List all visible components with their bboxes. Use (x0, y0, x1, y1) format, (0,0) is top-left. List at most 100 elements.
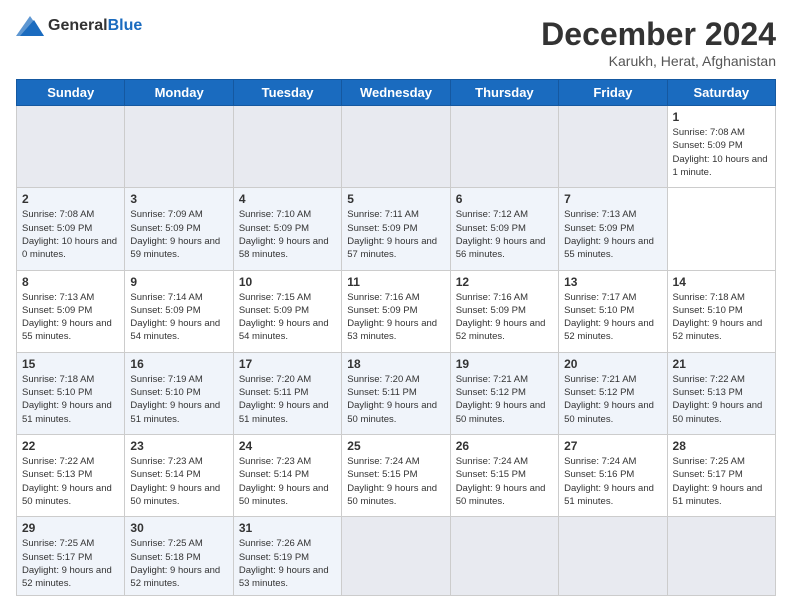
table-row: 23 Sunrise: 7:23 AMSunset: 5:14 PMDayligh… (125, 435, 233, 517)
cell-text: Sunrise: 7:09 AMSunset: 5:09 PMDaylight:… (130, 209, 220, 260)
cell-text: Sunrise: 7:16 AMSunset: 5:09 PMDaylight:… (347, 292, 437, 343)
table-row: 6 Sunrise: 7:12 AMSunset: 5:09 PMDaylight… (450, 188, 558, 270)
empty-cell (125, 106, 233, 188)
table-row: 17Sunrise: 7:20 AMSunset: 5:11 PMDayligh… (233, 352, 341, 434)
empty-cell (450, 106, 558, 188)
day-number: 23 (130, 439, 227, 453)
table-row: 24 Sunrise: 7:23 AMSunset: 5:14 PMDayligh… (233, 435, 341, 517)
day-number: 24 (239, 439, 336, 453)
page: GeneralBlue December 2024 Karukh, Herat,… (0, 0, 792, 612)
day-number: 3 (130, 192, 227, 206)
calendar-week-5: 22 Sunrise: 7:22 AMSunset: 5:13 PMDayligh… (17, 435, 776, 517)
cell-text: Sunrise: 7:21 AMSunset: 5:12 PMDaylight:… (564, 374, 654, 425)
day-number: 2 (22, 192, 119, 206)
calendar-header: Sunday Monday Tuesday Wednesday Thursday… (17, 80, 776, 106)
cell-text: Sunrise: 7:08 AMSunset: 5:09 PMDaylight:… (673, 127, 768, 178)
table-row: 25Sunrise: 7:24 AMSunset: 5:15 PMDayligh… (342, 435, 450, 517)
cell-text: Sunrise: 7:14 AMSunset: 5:09 PMDaylight:… (130, 292, 220, 343)
table-row: 3 Sunrise: 7:09 AMSunset: 5:09 PMDaylight… (125, 188, 233, 270)
empty-cell (667, 517, 775, 596)
day-number: 28 (673, 439, 770, 453)
day-number: 10 (239, 275, 336, 289)
day-number: 7 (564, 192, 661, 206)
cell-text: Sunrise: 7:12 AMSunset: 5:09 PMDaylight:… (456, 209, 546, 260)
empty-cell (342, 517, 450, 596)
col-saturday: Saturday (667, 80, 775, 106)
day-number: 26 (456, 439, 553, 453)
table-row: 31 Sunrise: 7:26 AMSunset: 5:19 PMDayligh… (233, 517, 341, 596)
table-row: 26 Sunrise: 7:24 AMSunset: 5:15 PMDayligh… (450, 435, 558, 517)
cell-text: Sunrise: 7:08 AMSunset: 5:09 PMDaylight:… (22, 209, 117, 260)
cell-text: Sunrise: 7:24 AMSunset: 5:15 PMDaylight:… (347, 456, 437, 507)
empty-cell (559, 517, 667, 596)
cell-text: Sunrise: 7:25 AMSunset: 5:18 PMDaylight:… (130, 538, 220, 589)
cell-text: Sunrise: 7:24 AMSunset: 5:15 PMDaylight:… (456, 456, 546, 507)
cell-text: Sunrise: 7:23 AMSunset: 5:14 PMDaylight:… (130, 456, 220, 507)
table-row: 15Sunrise: 7:18 AMSunset: 5:10 PMDayligh… (17, 352, 125, 434)
header-row: Sunday Monday Tuesday Wednesday Thursday… (17, 80, 776, 106)
table-row: 28 Sunrise: 7:25 AMSunset: 5:17 PMDayligh… (667, 435, 775, 517)
cell-text: Sunrise: 7:15 AMSunset: 5:09 PMDaylight:… (239, 292, 329, 343)
empty-cell (233, 106, 341, 188)
day-number: 14 (673, 275, 770, 289)
table-row: 30Sunrise: 7:25 AMSunset: 5:18 PMDayligh… (125, 517, 233, 596)
table-row: 22 Sunrise: 7:22 AMSunset: 5:13 PMDayligh… (17, 435, 125, 517)
table-row: 16Sunrise: 7:19 AMSunset: 5:10 PMDayligh… (125, 352, 233, 434)
cell-text: Sunrise: 7:20 AMSunset: 5:11 PMDaylight:… (347, 374, 437, 425)
cell-text: Sunrise: 7:20 AMSunset: 5:11 PMDaylight:… (239, 374, 329, 425)
empty-cell (342, 106, 450, 188)
cell-text: Sunrise: 7:16 AMSunset: 5:09 PMDaylight:… (456, 292, 546, 343)
cell-text: Sunrise: 7:22 AMSunset: 5:13 PMDaylight:… (673, 374, 763, 425)
day-number: 6 (456, 192, 553, 206)
table-row: 9Sunrise: 7:14 AMSunset: 5:09 PMDaylight… (125, 270, 233, 352)
calendar-week-1: 1 Sunrise: 7:08 AMSunset: 5:09 PMDaylight… (17, 106, 776, 188)
cell-text: Sunrise: 7:24 AMSunset: 5:16 PMDaylight:… (564, 456, 654, 507)
table-row: 11 Sunrise: 7:16 AMSunset: 5:09 PMDayligh… (342, 270, 450, 352)
logo-icon (16, 16, 44, 36)
day-number: 22 (22, 439, 119, 453)
table-row: 19 Sunrise: 7:21 AMSunset: 5:12 PMDayligh… (450, 352, 558, 434)
table-row: 27 Sunrise: 7:24 AMSunset: 5:16 PMDayligh… (559, 435, 667, 517)
location: Karukh, Herat, Afghanistan (541, 53, 776, 69)
col-friday: Friday (559, 80, 667, 106)
table-row: 29Sunrise: 7:25 AMSunset: 5:17 PMDayligh… (17, 517, 125, 596)
day-number: 20 (564, 357, 661, 371)
day-number: 12 (456, 275, 553, 289)
day-number: 31 (239, 521, 336, 535)
cell-text: Sunrise: 7:26 AMSunset: 5:19 PMDaylight:… (239, 538, 329, 589)
cell-text: Sunrise: 7:25 AMSunset: 5:17 PMDaylight:… (673, 456, 763, 507)
col-tuesday: Tuesday (233, 80, 341, 106)
empty-cell (559, 106, 667, 188)
calendar-body: 1 Sunrise: 7:08 AMSunset: 5:09 PMDaylight… (17, 106, 776, 596)
col-monday: Monday (125, 80, 233, 106)
logo-blue: Blue (108, 17, 143, 34)
empty-cell (17, 106, 125, 188)
cell-text: Sunrise: 7:21 AMSunset: 5:12 PMDaylight:… (456, 374, 546, 425)
cell-text: Sunrise: 7:19 AMSunset: 5:10 PMDaylight:… (130, 374, 220, 425)
cell-text: Sunrise: 7:11 AMSunset: 5:09 PMDaylight:… (347, 209, 437, 260)
table-row: 12 Sunrise: 7:16 AMSunset: 5:09 PMDayligh… (450, 270, 558, 352)
cell-text: Sunrise: 7:22 AMSunset: 5:13 PMDaylight:… (22, 456, 112, 507)
day-number: 27 (564, 439, 661, 453)
calendar-week-3: 8Sunrise: 7:13 AMSunset: 5:09 PMDaylight… (17, 270, 776, 352)
day-number: 8 (22, 275, 119, 289)
cell-text: Sunrise: 7:25 AMSunset: 5:17 PMDaylight:… (22, 538, 112, 589)
table-row: 21Sunrise: 7:22 AMSunset: 5:13 PMDayligh… (667, 352, 775, 434)
col-sunday: Sunday (17, 80, 125, 106)
table-row: 10 Sunrise: 7:15 AMSunset: 5:09 PMDayligh… (233, 270, 341, 352)
cell-text: Sunrise: 7:23 AMSunset: 5:14 PMDaylight:… (239, 456, 329, 507)
day-number: 1 (673, 110, 770, 124)
day-number: 11 (347, 275, 444, 289)
calendar-table: Sunday Monday Tuesday Wednesday Thursday… (16, 79, 776, 596)
cell-text: Sunrise: 7:18 AMSunset: 5:10 PMDaylight:… (673, 292, 763, 343)
day-number: 19 (456, 357, 553, 371)
table-row: 8Sunrise: 7:13 AMSunset: 5:09 PMDaylight… (17, 270, 125, 352)
table-row: 4Sunrise: 7:10 AMSunset: 5:09 PMDaylight… (233, 188, 341, 270)
calendar-week-6: 29Sunrise: 7:25 AMSunset: 5:17 PMDayligh… (17, 517, 776, 596)
table-row: 14 Sunrise: 7:18 AMSunset: 5:10 PMDayligh… (667, 270, 775, 352)
day-number: 4 (239, 192, 336, 206)
month-title: December 2024 (541, 16, 776, 53)
table-row: 18Sunrise: 7:20 AMSunset: 5:11 PMDayligh… (342, 352, 450, 434)
cell-text: Sunrise: 7:18 AMSunset: 5:10 PMDaylight:… (22, 374, 112, 425)
table-row: 13Sunrise: 7:17 AMSunset: 5:10 PMDayligh… (559, 270, 667, 352)
